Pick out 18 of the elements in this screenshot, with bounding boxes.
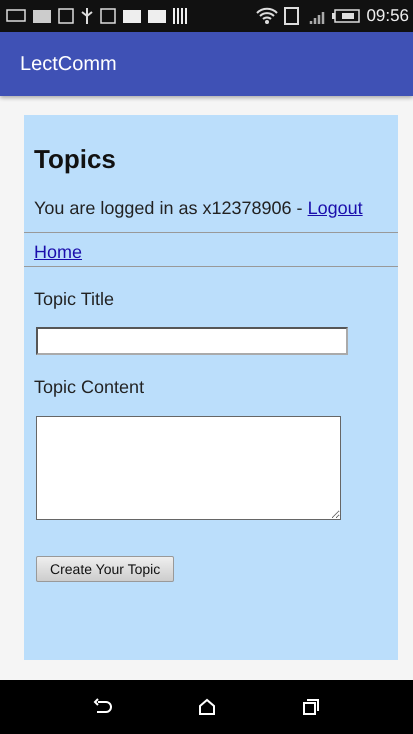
back-icon[interactable] <box>92 698 113 716</box>
input-field[interactable] <box>36 327 348 355</box>
wifi-icon <box>256 7 278 25</box>
recent-apps-icon[interactable] <box>302 698 320 716</box>
home-link[interactable]: Home <box>34 242 82 262</box>
bars-icon <box>173 8 187 24</box>
field-label: Topic Title <box>34 289 116 310</box>
text-area[interactable] <box>36 416 341 520</box>
home-icon[interactable] <box>198 698 216 716</box>
field-label: Topic Content <box>34 377 146 398</box>
battery-icon <box>332 9 360 23</box>
submit-button[interactable]: Create Your Topic <box>36 556 174 582</box>
page-heading: Topics <box>34 144 117 174</box>
logout-link[interactable]: Logout <box>308 198 363 218</box>
usb-icon <box>81 8 93 24</box>
status-time: 09:56 <box>366 6 409 26</box>
login-status-text: You are logged in as x12378906 - Logout <box>34 198 364 219</box>
app-title: LectComm <box>20 52 117 76</box>
